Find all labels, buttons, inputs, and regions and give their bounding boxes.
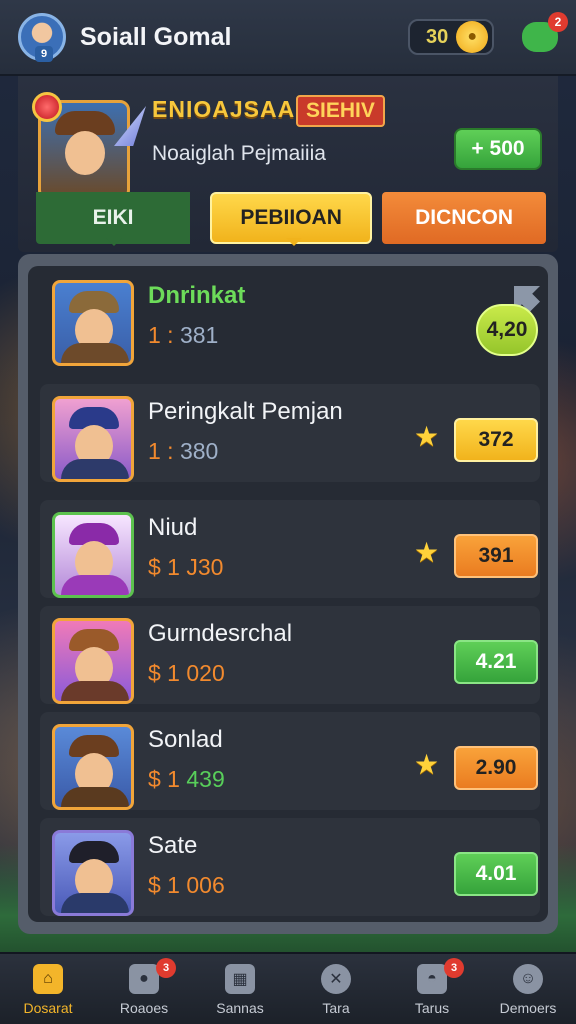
tab-1[interactable]: EIKI <box>36 192 191 246</box>
leaderboard-row[interactable]: Sate $ 1 006 4.01 <box>40 818 540 916</box>
event-title: ENIOAJSAA <box>152 96 296 122</box>
nav-item-friends[interactable]: ◓ 3 Tarus <box>384 954 480 1024</box>
home-icon: ⌂ <box>33 964 63 994</box>
battle-icon: ✕ <box>321 964 351 994</box>
friends-icon: ◓ <box>417 964 447 994</box>
player-badge[interactable]: 4.01 <box>454 852 538 896</box>
nav-item-profile[interactable]: ☺ Demoers <box>480 954 576 1024</box>
nav-item-battle[interactable]: ✕ Tara <box>288 954 384 1024</box>
leaderboard-row[interactable]: Peringkalt Pemjan 1 : 380 ★ 372 <box>40 384 540 482</box>
shop-icon: ▦ <box>225 964 255 994</box>
avatar-level-badge: 9 <box>35 46 53 62</box>
nav-item-shop[interactable]: ▦ Sannas <box>192 954 288 1024</box>
nav-label: Dosarat <box>23 1000 73 1016</box>
coin-value: 30 <box>426 25 449 48</box>
reward-button[interactable]: + 500 <box>454 128 542 170</box>
player-name: Gurndesrchal <box>148 620 293 647</box>
event-subtitle: Noaiglah Pejmaiiia <box>152 142 326 165</box>
nav-label: Tarus <box>414 1000 450 1016</box>
player-name: Sate <box>148 832 198 859</box>
player-badge[interactable]: 2.90 <box>454 746 538 790</box>
player-score: 1 : 381 <box>148 322 219 348</box>
leaderboard-row[interactable]: Sonlad $ 1 439 ★ 2.90 <box>40 712 540 810</box>
bottom-nav: ⌂ Dosarat ● 3 Roaoes ▦ Sannas ✕ Tara ◓ 3… <box>0 952 576 1024</box>
player-portrait <box>52 830 134 916</box>
player-name: Dnrinkat <box>148 282 246 309</box>
nav-label: Roaoes <box>119 1000 169 1016</box>
player-score: $ 1 006 <box>148 872 225 898</box>
leaderboard-list[interactable]: Dnrinkat 1 : 381 4,20 Peringkalt Pemjan … <box>28 266 548 922</box>
nav-item-home[interactable]: ⌂ Dosarat <box>0 954 96 1024</box>
player-portrait <box>52 396 134 482</box>
player-portrait <box>52 512 134 598</box>
nav-notification-badge: 3 <box>156 958 176 978</box>
player-portrait <box>52 618 134 704</box>
player-score: 1 : 380 <box>148 438 219 464</box>
player-avatar[interactable]: 9 <box>18 13 66 62</box>
app-title: Soiall Gomal <box>80 22 232 51</box>
chat-button[interactable]: 2 <box>522 12 568 52</box>
top-bar: 9 Soiall Gomal 30 ● 2 <box>0 0 576 76</box>
coin-counter[interactable]: 30 ● <box>408 19 494 55</box>
profile-icon: ☺ <box>513 964 543 994</box>
player-badge[interactable]: 372 <box>454 418 538 462</box>
event-tag: SIEHIV <box>296 95 385 127</box>
event-tabs: EIKI PEBIIOAN DICNCON <box>36 192 546 246</box>
star-icon: ★ <box>414 537 440 568</box>
player-name: Peringkalt Pemjan <box>148 398 343 425</box>
star-icon: ★ <box>414 749 440 780</box>
player-badge[interactable]: 4,20 <box>476 304 538 356</box>
star-icon: ★ <box>414 421 440 452</box>
nav-label: Tara <box>322 1000 350 1016</box>
chat-notification-badge: 2 <box>548 12 568 32</box>
ruby-gem-icon <box>32 92 62 122</box>
player-badge[interactable]: 4.21 <box>454 640 538 684</box>
player-name: Niud <box>148 514 198 541</box>
player-name: Sonlad <box>148 726 223 753</box>
coin-icon: ● <box>456 21 489 53</box>
nav-notification-badge: 3 <box>444 958 464 978</box>
player-portrait <box>52 724 134 810</box>
nav-item-pets[interactable]: ● 3 Roaoes <box>96 954 192 1024</box>
leaderboard-panel: Dnrinkat 1 : 381 4,20 Peringkalt Pemjan … <box>18 254 558 934</box>
leaderboard-row[interactable]: Niud $ 1 J30 ★ 391 <box>40 500 540 598</box>
leaderboard-row[interactable]: Gurndesrchal $ 1 020 4.21 <box>40 606 540 704</box>
player-badge[interactable]: 391 <box>454 534 538 578</box>
nav-label: Demoers <box>499 1000 557 1016</box>
tab-3[interactable]: DICNCON <box>382 192 546 244</box>
player-score: $ 1 020 <box>148 660 225 686</box>
player-portrait <box>52 280 134 366</box>
event-banner: ENIOAJSAA SIEHIV Noaiglah Pejmaiiia + 50… <box>18 76 558 252</box>
leaderboard-row[interactable]: Dnrinkat 1 : 381 4,20 <box>40 268 540 366</box>
pet-icon: ● <box>129 964 159 994</box>
nav-label: Sannas <box>216 1000 264 1016</box>
player-score: $ 1 439 <box>148 766 225 792</box>
player-score: $ 1 J30 <box>148 554 224 580</box>
tab-2[interactable]: PEBIIOAN <box>210 192 373 246</box>
